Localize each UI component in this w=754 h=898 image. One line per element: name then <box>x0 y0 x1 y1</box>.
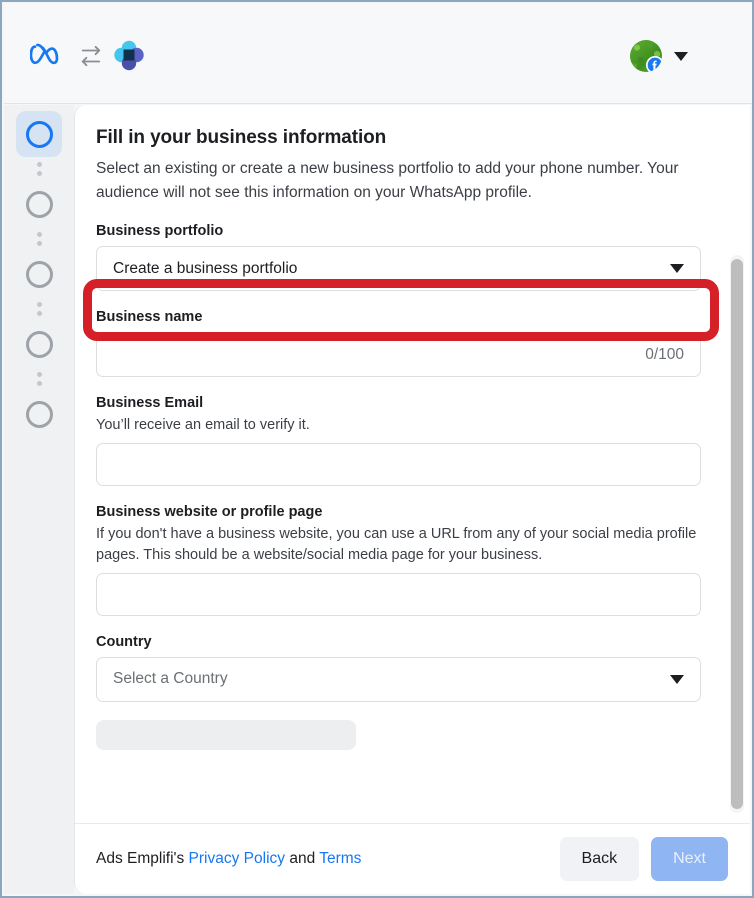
field-help-text: You’ll receive an email to verify it. <box>96 417 310 434</box>
stepper-list <box>4 111 74 437</box>
field-label: Business name <box>96 309 203 326</box>
character-counter: 0/100 <box>645 345 684 363</box>
field-business-name: Business name 0/100 <box>96 309 728 378</box>
page-title: Fill in your business information <box>96 127 387 148</box>
country-select[interactable]: Select a Country <box>96 656 701 702</box>
caret-down-icon[interactable] <box>674 51 688 61</box>
selected-value: Create a business portfolio <box>113 259 298 277</box>
field-label: Business portfolio <box>96 223 224 240</box>
field-label: Business Email <box>96 395 204 412</box>
next-button: Next <box>651 837 728 881</box>
sync-arrows-icon[interactable] <box>80 45 102 67</box>
stepper-rail <box>4 105 74 894</box>
stepper-step-4[interactable] <box>16 321 62 367</box>
scrollbar-track[interactable] <box>730 255 744 813</box>
field-business-website: Business website or profile page If you … <box>96 504 728 616</box>
stepper-step-1[interactable] <box>16 111 62 157</box>
legal-prefix: Ads Emplifi's <box>96 850 185 867</box>
top-bar-brand-icons <box>30 40 144 72</box>
field-country: Country Select a Country <box>96 634 728 702</box>
meta-logo-icon[interactable] <box>30 43 68 69</box>
privacy-policy-link[interactable]: Privacy Policy <box>189 850 285 867</box>
card-footer: Ads Emplifi's Privacy Policy and Terms B… <box>75 823 750 894</box>
field-label: Business website or profile page <box>96 503 323 520</box>
stepper-connector-3 <box>36 297 42 321</box>
business-email-input[interactable] <box>96 442 701 486</box>
back-button[interactable]: Back <box>559 837 640 881</box>
app-window: Fill in your business information Select… <box>0 0 754 898</box>
field-label: Country <box>96 633 152 650</box>
select-placeholder: Select a Country <box>113 670 228 688</box>
content-card: Fill in your business information Select… <box>74 105 750 894</box>
form-scroll-area[interactable]: Fill in your business information Select… <box>75 105 750 823</box>
stepper-connector-1 <box>36 157 42 181</box>
stepper-connector-2 <box>36 227 42 251</box>
stepper-connector-4 <box>36 367 42 391</box>
account-menu[interactable] <box>630 40 688 72</box>
field-business-email: Business Email You’ll receive an email t… <box>96 395 728 486</box>
circle-icon <box>25 330 53 358</box>
legal-conjunction: and <box>289 850 316 867</box>
facebook-badge-icon <box>646 56 662 72</box>
circle-icon <box>25 190 53 218</box>
circle-icon <box>25 260 53 288</box>
avatar[interactable] <box>630 40 662 72</box>
circle-icon <box>25 120 53 148</box>
stepper-step-5[interactable] <box>16 391 62 437</box>
circle-icon <box>25 400 53 428</box>
terms-link[interactable]: Terms <box>319 850 361 867</box>
chevron-down-icon <box>670 264 684 274</box>
legal-text: Ads Emplifi's Privacy Policy and Terms <box>96 850 361 868</box>
next-field-placeholder <box>96 719 356 750</box>
field-business-portfolio: Business portfolio Create a business por… <box>96 223 728 292</box>
chevron-down-icon <box>670 674 684 684</box>
stepper-step-3[interactable] <box>16 251 62 297</box>
business-website-input[interactable] <box>96 572 701 616</box>
stepper-step-2[interactable] <box>16 181 62 227</box>
scrollbar-thumb[interactable] <box>731 259 743 809</box>
top-bar <box>4 4 752 104</box>
cluster-petals-icon[interactable] <box>114 40 144 72</box>
field-help-text: If you don't have a business website, yo… <box>96 525 697 563</box>
business-name-input[interactable]: 0/100 <box>96 332 701 378</box>
page-description: Select an existing or create a new busin… <box>96 160 679 202</box>
business-portfolio-select[interactable]: Create a business portfolio <box>96 246 701 292</box>
footer-actions: Back Next <box>559 837 728 881</box>
